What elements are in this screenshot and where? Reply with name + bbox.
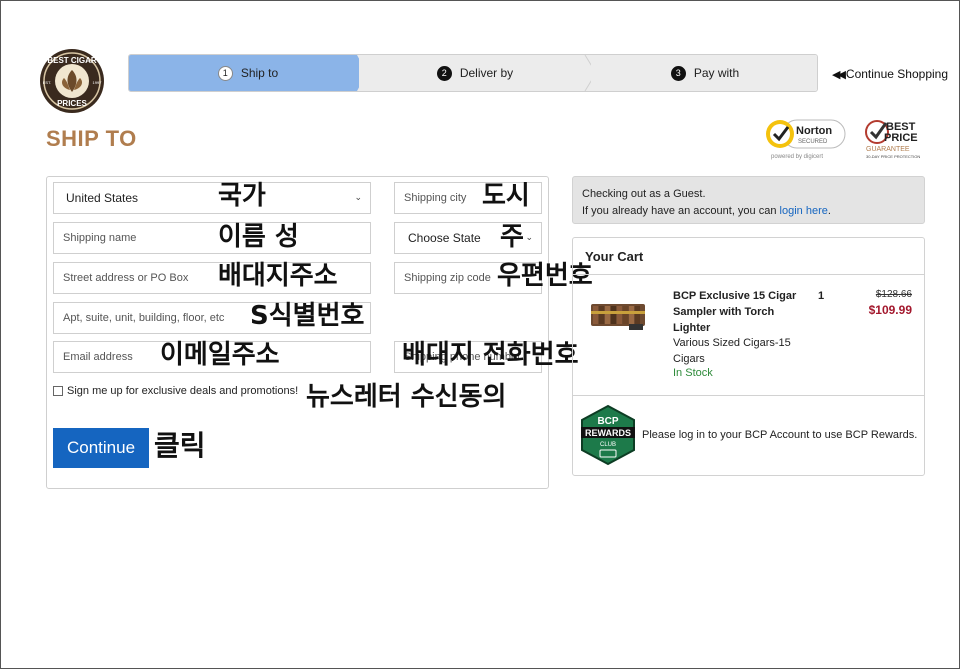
- shipping-name-input[interactable]: Shipping name: [53, 222, 371, 254]
- norton-secured-badge[interactable]: Norton SECURED powered by digicert: [763, 116, 847, 162]
- country-select-value: United States: [66, 191, 139, 205]
- double-chevron-left-icon: ◀◀: [832, 68, 846, 81]
- shipping-city-placeholder: Shipping city: [404, 192, 467, 204]
- guest-line1: Checking out as a Guest.: [582, 188, 706, 200]
- annotation-apt: S식별번호: [250, 301, 365, 331]
- checkout-stepper: 1 Ship to 2 Deliver by 3 Pay with: [128, 54, 818, 92]
- norton-secured: SECURED: [798, 139, 828, 145]
- annotation-click: 클릭: [154, 429, 206, 462]
- continue-button[interactable]: Continue: [53, 428, 149, 468]
- logo-text-top: BEST CIGAR: [47, 56, 97, 65]
- page-title: SHIP TO: [46, 126, 137, 151]
- stock-status: In Stock: [673, 367, 713, 379]
- shipping-name-placeholder: Shipping name: [63, 232, 137, 244]
- cigar-sampler-image[interactable]: [589, 296, 647, 332]
- annotation-email: 이메일주소: [160, 340, 280, 370]
- annotation-street: 배대지주소: [218, 261, 338, 291]
- cart-panel: Your Cart BCP Exclusive 15 Cigar Sampler…: [572, 237, 925, 476]
- email-placeholder: Email address: [63, 351, 133, 363]
- step-label: Pay with: [693, 66, 740, 80]
- continue-shopping-label: Continue Shopping: [845, 67, 949, 81]
- cart-divider: [573, 395, 924, 396]
- best-price-line3: GUARANTEE: [866, 146, 910, 153]
- rewards-login-message: Please log in to your BCP Account to use…: [642, 429, 918, 441]
- norton-title: Norton: [796, 125, 832, 137]
- signup-label: Sign me up for exclusive deals and promo…: [67, 385, 299, 397]
- step-label: Deliver by: [459, 66, 514, 80]
- chevron-down-icon: ⌄: [354, 192, 362, 202]
- best-cigar-prices-logo[interactable]: BEST CIGAR PRICES EST. 1997: [36, 48, 108, 114]
- cart-title: Your Cart: [573, 238, 924, 275]
- step-deliver-by[interactable]: 2 Deliver by: [359, 55, 591, 91]
- step-pay-with[interactable]: 3 Pay with: [591, 55, 817, 91]
- annotation-country: 국가: [218, 181, 266, 211]
- original-price: $128.66: [875, 289, 912, 300]
- step-ship-to[interactable]: 1 Ship to: [129, 55, 367, 91]
- annotation-newsletter: 뉴스레터 수신동의: [306, 382, 507, 412]
- rewards-logo-line1: BCP: [597, 416, 618, 427]
- bcp-rewards-club-logo: BCP REWARDS CLUB: [581, 404, 635, 466]
- annotation-phone: 배대지 전화번호: [402, 340, 579, 370]
- country-select[interactable]: United States ⌄: [53, 182, 371, 214]
- login-link[interactable]: login here: [780, 205, 828, 217]
- guest-checkout-notice: Checking out as a Guest. If you already …: [572, 176, 925, 224]
- logo-year: 1997: [93, 80, 103, 85]
- shipping-zip-placeholder: Shipping zip code: [404, 272, 491, 284]
- newsletter-signup[interactable]: Sign me up for exclusive deals and promo…: [53, 385, 298, 397]
- step-number: 2: [436, 65, 452, 81]
- rewards-logo-line3: CLUB: [600, 442, 616, 448]
- logo-text-bottom: PRICES: [57, 99, 87, 108]
- step-number: 3: [670, 65, 686, 81]
- continue-shopping-link[interactable]: ◀◀ Continue Shopping: [832, 67, 948, 81]
- guest-line2-prefix: If you already have an account, you can: [582, 205, 780, 217]
- street-address-placeholder: Street address or PO Box: [63, 272, 189, 284]
- cart-item-subtitle: Various Sized Cigars-15 Cigars: [673, 337, 791, 365]
- guest-line2: If you already have an account, you can …: [582, 203, 924, 220]
- best-price-guarantee-badge[interactable]: BEST PRICE GUARANTEE 30-DAY PRICE PROTEC…: [864, 118, 926, 160]
- chevron-down-icon: ⌄: [525, 232, 533, 242]
- step-number: 1: [217, 65, 233, 81]
- guest-line2-suffix: .: [827, 205, 831, 217]
- cart-item-quantity: 1: [818, 290, 825, 302]
- sale-price: $109.99: [868, 303, 912, 317]
- annotation-name: 이름 성: [218, 222, 299, 252]
- best-price-line4: 30-DAY PRICE PROTECTION: [866, 154, 920, 159]
- norton-powered-by: powered by digicert: [771, 154, 823, 160]
- annotation-state: 주: [500, 222, 524, 252]
- best-price-line2: PRICE: [884, 132, 918, 144]
- rewards-logo-line2: REWARDS: [585, 428, 631, 438]
- state-select-value: Choose State: [408, 231, 481, 245]
- signup-checkbox[interactable]: [53, 386, 63, 396]
- annotation-city: 도시: [482, 181, 530, 211]
- step-label: Ship to: [240, 66, 279, 80]
- apt-suite-placeholder: Apt, suite, unit, building, floor, etc: [63, 312, 225, 324]
- cart-item-name[interactable]: BCP Exclusive 15 Cigar Sampler with Torc…: [673, 288, 803, 336]
- logo-est: EST.: [43, 80, 51, 85]
